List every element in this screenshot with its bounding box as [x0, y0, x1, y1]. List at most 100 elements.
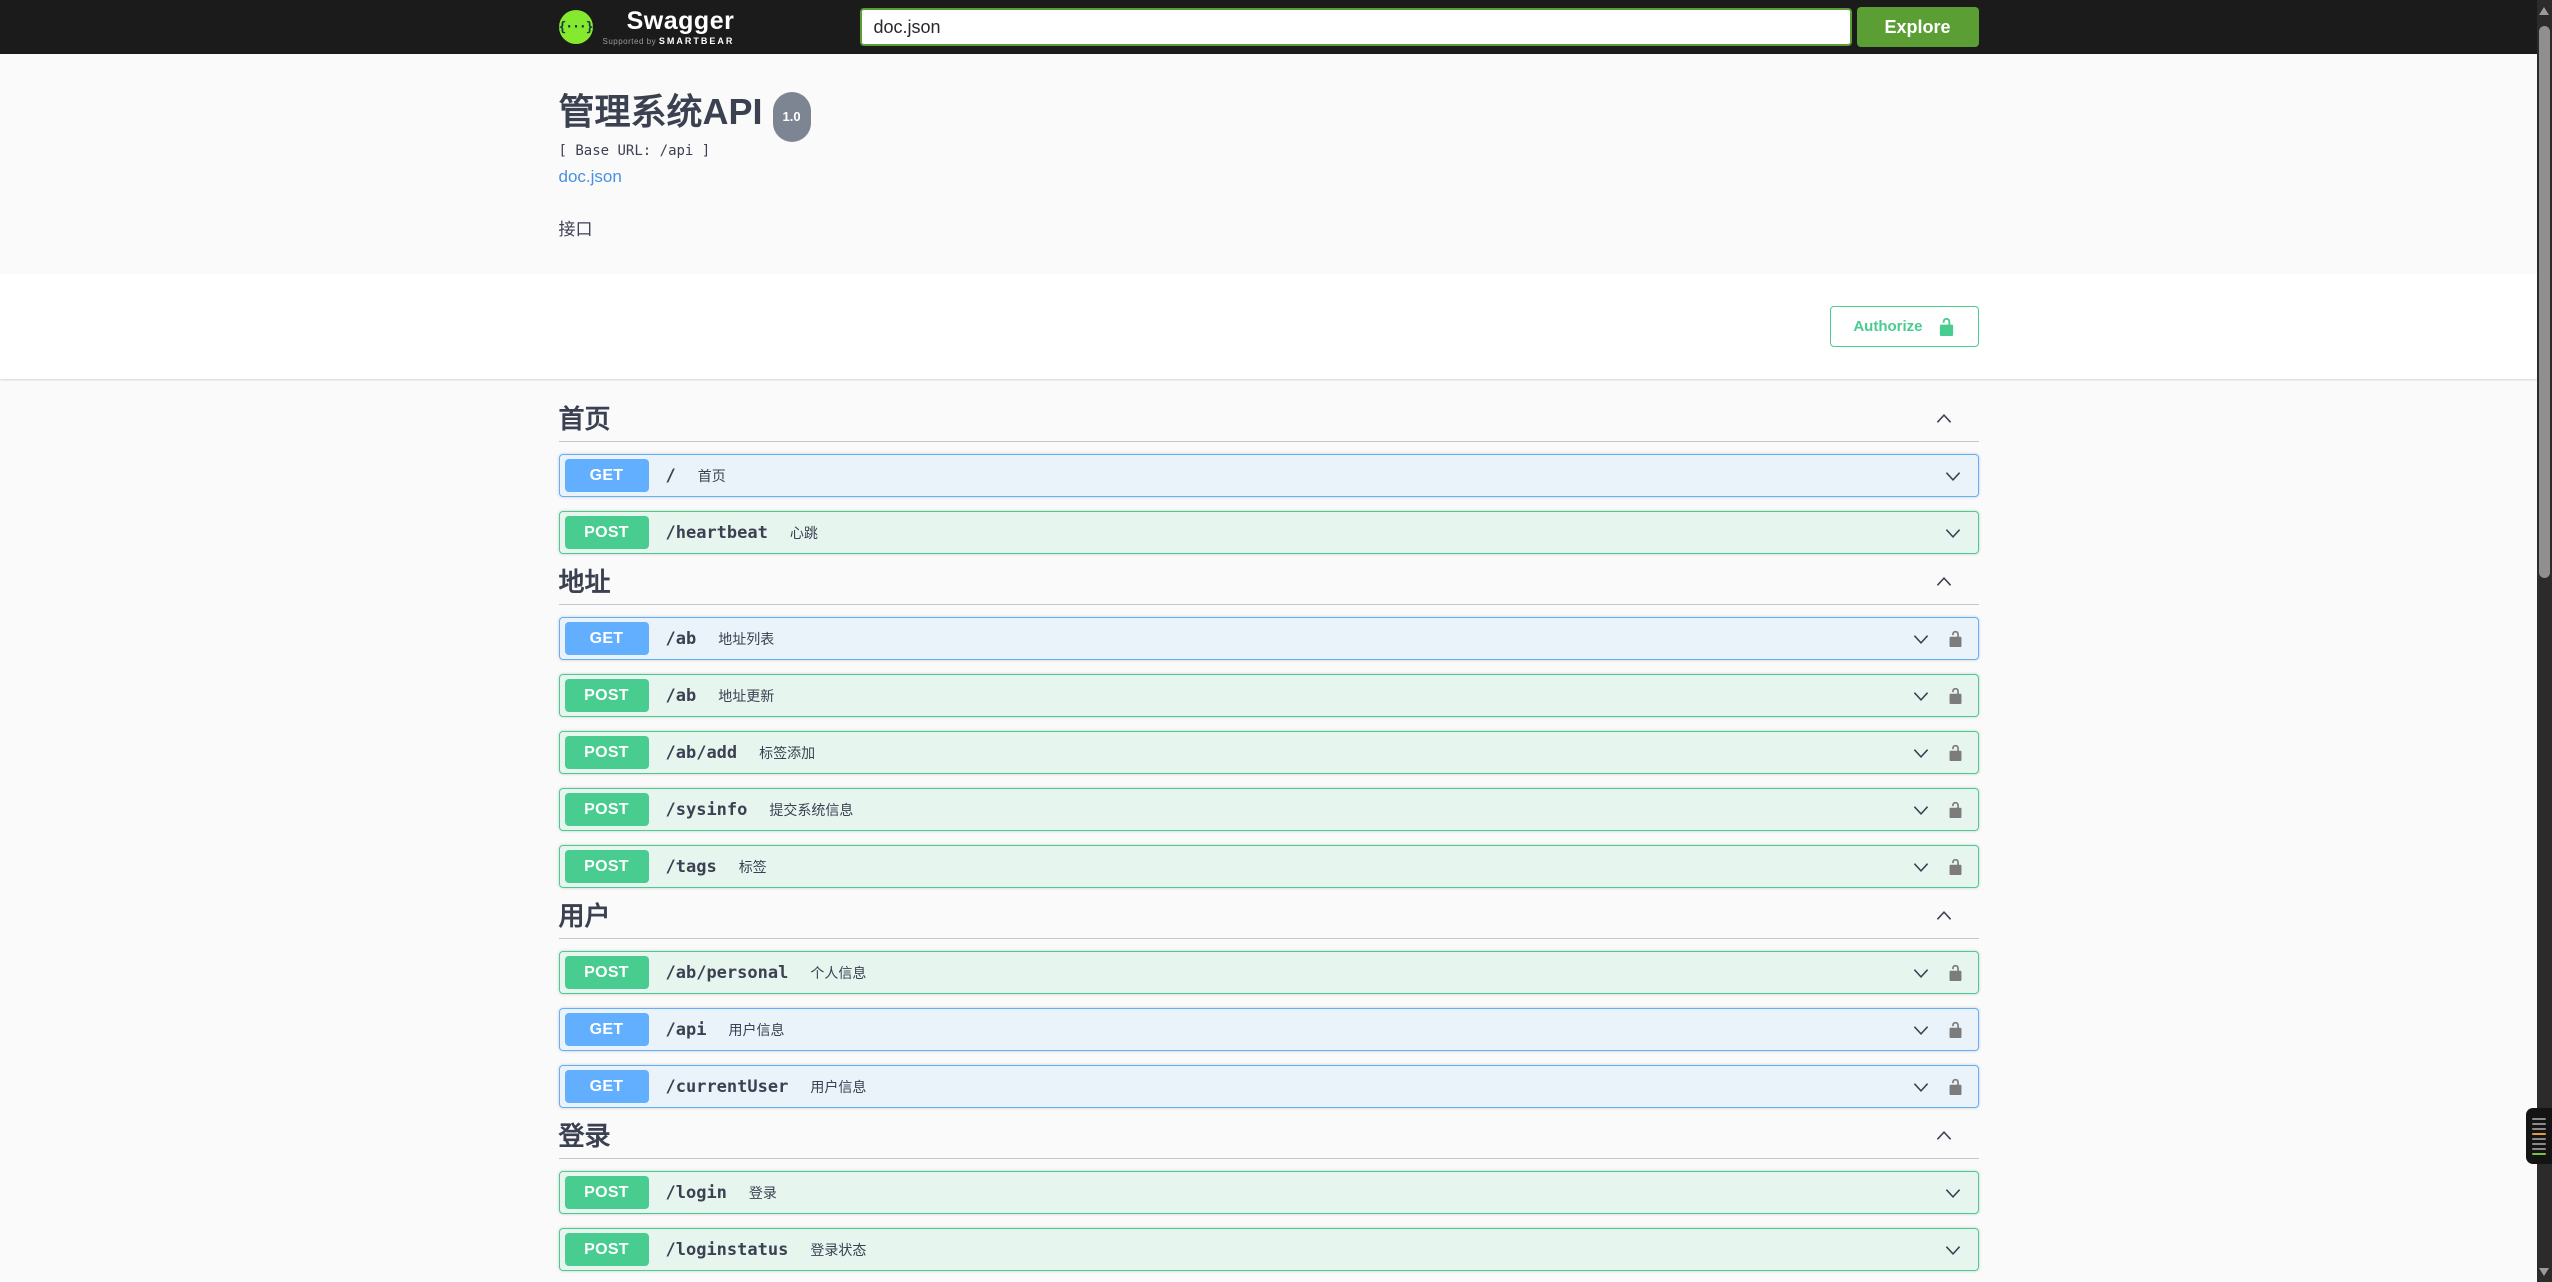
tag-section-header[interactable]: 登录: [558, 1122, 1979, 1159]
chevron-down-icon[interactable]: [1910, 799, 1932, 821]
method-badge: GET: [564, 1070, 649, 1103]
operation-row[interactable]: GET /api 用户信息: [558, 1008, 1979, 1051]
operation-summary: 地址列表: [718, 630, 775, 647]
tag-section-header[interactable]: 地址: [558, 568, 1979, 605]
explore-button[interactable]: Explore: [1856, 7, 1979, 47]
scrollbar-thumb[interactable]: [2539, 26, 2550, 578]
chevron-down-icon[interactable]: [1942, 522, 1964, 544]
operation-path: /sysinfo: [665, 799, 748, 820]
method-badge: GET: [564, 459, 649, 492]
scroll-down-arrow-icon[interactable]: [2539, 1268, 2549, 1276]
scheme-container: Authorize: [0, 274, 2537, 379]
operation-summary: 心跳: [789, 524, 818, 541]
operation-row[interactable]: POST /tags 标签: [558, 845, 1979, 888]
brand-sponsor: Supported by SMARTBEAR: [603, 36, 735, 46]
method-badge: POST: [564, 679, 649, 712]
chevron-up-icon[interactable]: [1933, 905, 1955, 927]
operation-summary: 地址更新: [718, 687, 775, 704]
operation-path: /ab/add: [665, 742, 738, 763]
chevron-up-icon[interactable]: [1933, 1125, 1955, 1147]
scroll-marker: [2532, 1137, 2546, 1140]
page: {···} Swagger Supported by SMARTBEAR Exp…: [0, 0, 2537, 1282]
chevron-down-icon[interactable]: [1910, 856, 1932, 878]
operation-row[interactable]: POST /ab/personal 个人信息: [558, 951, 1979, 994]
lock-icon[interactable]: [1947, 1020, 1964, 1039]
tag-section-address: 地址 GET /ab 地址列表 POST /ab 地址更新 POST /ab/a…: [558, 568, 1979, 888]
operation-summary: 首页: [697, 467, 726, 484]
spec-url-input[interactable]: [859, 8, 1852, 46]
lock-icon[interactable]: [1947, 1077, 1964, 1096]
operation-row[interactable]: GET /ab 地址列表: [558, 617, 1979, 660]
chevron-down-icon[interactable]: [1910, 742, 1932, 764]
operation-path: /ab/personal: [665, 962, 789, 983]
tag-section-home: 首页 GET / 首页 POST /heartbeat 心跳: [558, 404, 1979, 554]
method-badge: POST: [564, 736, 649, 769]
operation-summary: 个人信息: [810, 964, 867, 981]
operation-row[interactable]: POST /sysinfo 提交系统信息: [558, 788, 1979, 831]
operation-path: /loginstatus: [665, 1239, 789, 1260]
operation-path: /ab: [665, 628, 697, 649]
method-badge: POST: [564, 516, 649, 549]
scrollbar-track[interactable]: [2537, 0, 2552, 1282]
scroll-marker: [2532, 1127, 2546, 1130]
scroll-marker-green: [2532, 1152, 2546, 1155]
operation-path: /ab: [665, 685, 697, 706]
chevron-down-icon[interactable]: [1910, 685, 1932, 707]
chevron-up-icon[interactable]: [1933, 408, 1955, 430]
operation-summary: 标签添加: [759, 744, 816, 761]
chevron-down-icon[interactable]: [1942, 465, 1964, 487]
chevron-down-icon[interactable]: [1942, 1182, 1964, 1204]
operation-path: /tags: [665, 856, 717, 877]
scroll-marker: [2532, 1147, 2546, 1150]
operation-row[interactable]: POST /ab/add 标签添加: [558, 731, 1979, 774]
operation-row[interactable]: GET /currentUser 用户信息: [558, 1065, 1979, 1108]
scroll-marker: [2532, 1117, 2546, 1120]
chevron-down-icon[interactable]: [1910, 628, 1932, 650]
chevron-down-icon[interactable]: [1910, 1019, 1932, 1041]
lock-icon[interactable]: [1947, 963, 1964, 982]
operation-path: /currentUser: [665, 1076, 789, 1097]
method-badge: GET: [564, 1013, 649, 1046]
operation-summary: 用户信息: [728, 1021, 785, 1038]
method-badge: POST: [564, 1233, 649, 1266]
tag-section-title: 首页: [558, 404, 611, 434]
supported-by-label: Supported by: [602, 36, 657, 46]
api-description: 接口: [558, 220, 593, 239]
operation-row[interactable]: POST /heartbeat 心跳: [558, 511, 1979, 554]
chevron-up-icon[interactable]: [1933, 571, 1955, 593]
lock-icon[interactable]: [1947, 800, 1964, 819]
operation-summary: 提交系统信息: [769, 801, 854, 818]
operation-row[interactable]: POST /loginstatus 登录状态: [558, 1228, 1979, 1271]
sponsor-label: SMARTBEAR: [658, 35, 735, 46]
method-badge: POST: [564, 1176, 649, 1209]
operation-row[interactable]: GET / 首页: [558, 454, 1979, 497]
operation-path: /: [665, 465, 676, 486]
operation-path: /login: [665, 1182, 727, 1203]
chevron-down-icon[interactable]: [1942, 1239, 1964, 1261]
authorize-button[interactable]: Authorize: [1830, 306, 1979, 347]
operation-summary: 登录状态: [810, 1241, 867, 1258]
spec-url-form: Explore: [859, 7, 1979, 47]
lock-icon[interactable]: [1947, 743, 1964, 762]
lock-icon[interactable]: [1947, 857, 1964, 876]
unlocked-padlock-icon: [1939, 317, 1953, 336]
authorize-label: Authorize: [1853, 318, 1923, 335]
swagger-logo[interactable]: {···} Swagger Supported by SMARTBEAR: [558, 8, 735, 46]
operation-summary: 标签: [738, 858, 767, 875]
chevron-down-icon[interactable]: [1910, 1076, 1932, 1098]
scroll-marker-widget[interactable]: [2526, 1108, 2552, 1164]
tag-section-title: 用户: [558, 901, 611, 931]
method-badge: POST: [564, 793, 649, 826]
lock-icon[interactable]: [1947, 686, 1964, 705]
operation-row[interactable]: POST /ab 地址更新: [558, 674, 1979, 717]
lock-icon[interactable]: [1947, 629, 1964, 648]
tag-section-header[interactable]: 用户: [558, 901, 1979, 939]
page-title: 管理系统API 1.0: [559, 90, 1979, 142]
method-badge: POST: [564, 850, 649, 883]
operation-row[interactable]: POST /login 登录: [558, 1171, 1979, 1214]
spec-link[interactable]: doc.json: [559, 167, 622, 187]
swagger-logo-icon: {···}: [558, 10, 594, 44]
tag-section-header[interactable]: 首页: [558, 404, 1979, 442]
scroll-up-arrow-icon[interactable]: [2539, 7, 2549, 15]
chevron-down-icon[interactable]: [1910, 962, 1932, 984]
